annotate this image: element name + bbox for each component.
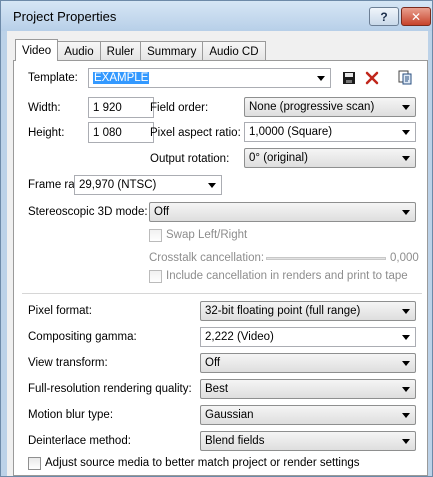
frame-rate-combo[interactable]: 29,970 (NTSC): [74, 175, 222, 195]
template-combo[interactable]: EXAMPLE: [88, 68, 331, 88]
tab-strip: Video Audio Ruler Summary Audio CD: [15, 39, 266, 61]
pixel-format-select[interactable]: 32-bit floating point (full range): [200, 301, 416, 321]
close-button[interactable]: ✕: [401, 7, 431, 26]
help-button[interactable]: ?: [369, 7, 399, 26]
crosstalk-slider[interactable]: [266, 257, 386, 260]
chevron-down-icon[interactable]: [402, 105, 410, 110]
tab-audio[interactable]: Audio: [57, 41, 101, 61]
view-transform-label: View transform:: [28, 357, 108, 369]
motion-blur-value: Gaussian: [205, 409, 254, 421]
deinterlace-label: Deinterlace method:: [28, 435, 131, 447]
view-transform-value: Off: [205, 357, 221, 369]
chevron-down-icon[interactable]: [402, 335, 410, 340]
adjust-source-label: Adjust source media to better match proj…: [45, 457, 360, 469]
pixel-format-label: Pixel format:: [28, 305, 92, 317]
height-input[interactable]: 1 080: [88, 122, 154, 143]
pixel-format-value: 32-bit floating point (full range): [205, 305, 361, 317]
chevron-down-icon[interactable]: [402, 439, 410, 444]
compositing-gamma-combo[interactable]: 2,222 (Video): [200, 327, 416, 347]
crosstalk-value: 0,000: [390, 252, 419, 264]
video-panel: Template: EXAMPLE Width: 1 920 Field ord…: [13, 60, 428, 476]
deinterlace-select[interactable]: Blend fields: [200, 431, 416, 451]
chevron-down-icon[interactable]: [402, 413, 410, 418]
save-icon: [343, 72, 355, 84]
swap-lr-label: Swap Left/Right: [166, 229, 248, 241]
field-order-value: None (progressive scan): [249, 101, 375, 113]
chevron-down-icon[interactable]: [317, 76, 325, 81]
delete-template-button[interactable]: [362, 68, 382, 88]
width-label: Width:: [28, 102, 61, 114]
motion-blur-label: Motion blur type:: [28, 409, 114, 421]
stereo-mode-select[interactable]: Off: [149, 202, 416, 222]
width-input[interactable]: 1 920: [88, 97, 154, 118]
include-cancellation-checkbox[interactable]: [149, 270, 162, 283]
stereo-mode-value: Off: [154, 206, 170, 218]
clipboard-icon: [398, 70, 412, 85]
frame-rate-value[interactable]: 29,970 (NTSC): [79, 179, 156, 191]
delete-icon: [365, 71, 379, 85]
view-transform-select[interactable]: Off: [200, 353, 416, 373]
include-cancellation-label: Include cancellation in renders and prin…: [166, 270, 408, 282]
chevron-down-icon[interactable]: [402, 156, 410, 161]
chevron-down-icon[interactable]: [402, 210, 410, 215]
render-quality-value: Best: [205, 383, 229, 395]
deinterlace-value: Blend fields: [205, 435, 265, 447]
output-rotation-value: 0° (original): [249, 152, 308, 164]
pixel-aspect-label: Pixel aspect ratio:: [150, 127, 241, 139]
adjust-source-checkbox[interactable]: [28, 457, 41, 470]
stereo-mode-label: Stereoscopic 3D mode:: [28, 206, 148, 218]
chevron-down-icon[interactable]: [208, 183, 216, 188]
swap-lr-checkbox[interactable]: [149, 229, 162, 242]
output-rotation-select[interactable]: 0° (original): [244, 148, 416, 168]
tab-ruler[interactable]: Ruler: [99, 41, 142, 61]
window-title: Project Properties: [13, 9, 117, 24]
render-quality-select[interactable]: Best: [200, 379, 416, 399]
compositing-gamma-value[interactable]: 2,222 (Video): [205, 331, 274, 343]
template-value[interactable]: EXAMPLE: [93, 72, 150, 84]
section-divider: [22, 293, 422, 294]
dialog-client: Video Audio Ruler Summary Audio CD Templ…: [7, 31, 428, 476]
field-order-label: Field order:: [150, 102, 209, 114]
pixel-aspect-combo[interactable]: 1,0000 (Square): [244, 122, 416, 142]
title-bar[interactable]: Project Properties ? ✕: [1, 1, 432, 31]
height-label: Height:: [28, 127, 65, 139]
tab-audio-cd[interactable]: Audio CD: [202, 41, 266, 61]
tab-video[interactable]: Video: [15, 39, 59, 61]
crosstalk-label: Crosstalk cancellation:: [149, 252, 265, 264]
save-template-button[interactable]: [339, 68, 359, 88]
match-media-settings-button[interactable]: [395, 67, 415, 87]
pixel-aspect-value[interactable]: 1,0000 (Square): [249, 126, 332, 138]
compositing-gamma-label: Compositing gamma:: [28, 331, 137, 343]
chevron-down-icon[interactable]: [402, 309, 410, 314]
chevron-down-icon[interactable]: [402, 130, 410, 135]
template-label: Template:: [28, 72, 78, 84]
render-quality-label: Full-resolution rendering quality:: [28, 383, 192, 395]
project-properties-window: Project Properties ? ✕ Video Audio Ruler…: [0, 0, 433, 477]
output-rotation-label: Output rotation:: [150, 153, 230, 165]
chevron-down-icon[interactable]: [402, 387, 410, 392]
tab-summary[interactable]: Summary: [140, 41, 204, 61]
chevron-down-icon[interactable]: [402, 361, 410, 366]
field-order-select[interactable]: None (progressive scan): [244, 97, 416, 117]
motion-blur-select[interactable]: Gaussian: [200, 405, 416, 425]
